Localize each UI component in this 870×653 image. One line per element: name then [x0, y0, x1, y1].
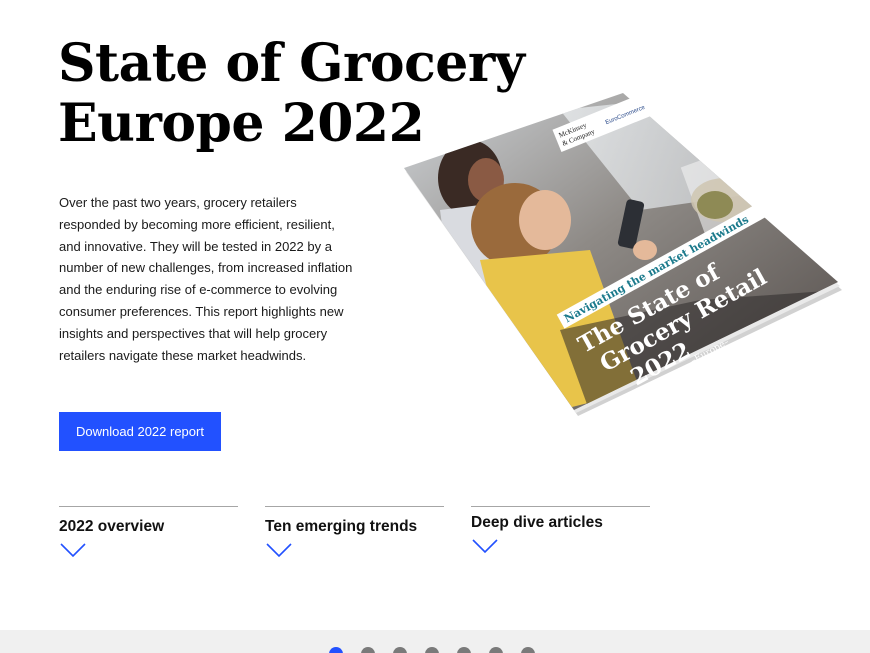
cover-title-line-3: 2022	[626, 337, 695, 392]
chevron-down-icon	[266, 543, 292, 558]
section-link-2022-overview[interactable]: 2022 overview	[59, 506, 238, 558]
intro-paragraph: Over the past two years, grocery retaile…	[59, 195, 353, 363]
chevron-down-icon	[60, 543, 86, 558]
page-title: State of Grocery Europe 2022	[58, 33, 525, 154]
page-title-line-2: Europe 2022	[58, 93, 425, 154]
section-nav: 2022 overview Ten emerging trends Deep d…	[59, 506, 659, 566]
cover-banner-text: Navigating the market headwinds	[562, 213, 751, 326]
download-report-button[interactable]: Download 2022 report	[59, 412, 221, 451]
cover-subtitle: –Europe–	[689, 337, 731, 366]
section-link-label: Deep dive articles	[471, 514, 603, 531]
page-title-line-1: State of Grocery	[58, 33, 525, 94]
section-link-deep-dive-articles[interactable]: Deep dive articles	[471, 506, 650, 554]
cover-logo-eurocommerce: EuroCommerce	[605, 105, 647, 127]
page: State of Grocery Europe 2022 Over the pa…	[0, 0, 870, 653]
cover-title-line-1: The State of	[574, 258, 726, 359]
section-link-label: 2022 overview	[59, 518, 165, 535]
cover-logo-company: & Company	[561, 127, 596, 147]
cover-logo-mckinsey: McKinsey	[558, 121, 588, 140]
chevron-down-icon	[472, 539, 498, 554]
cover-title-line-2: Grocery Retail	[595, 263, 771, 377]
section-link-label: Ten emerging trends	[265, 518, 418, 535]
section-link-ten-emerging-trends[interactable]: Ten emerging trends	[265, 506, 444, 558]
